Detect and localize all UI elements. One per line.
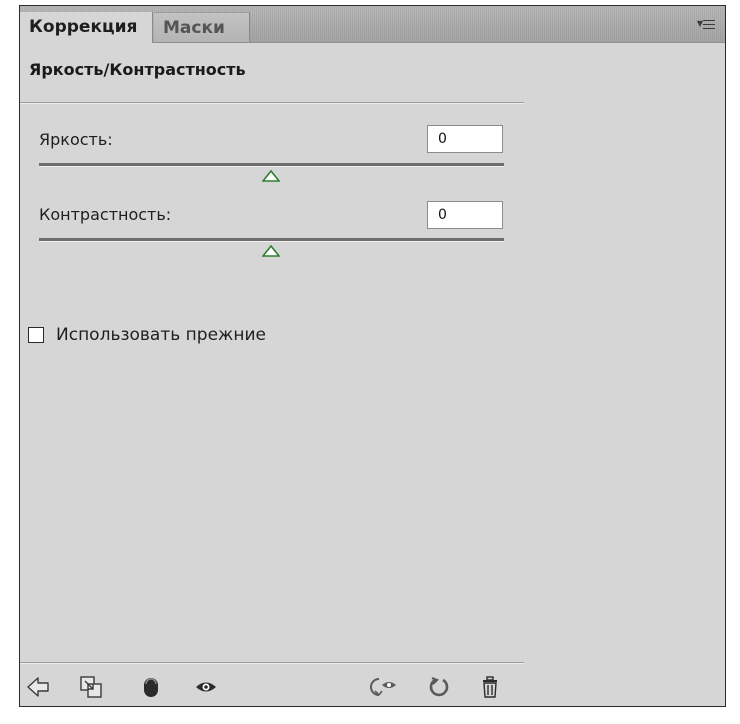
adjustment-title: Яркость/Контрастность (29, 60, 246, 79)
eye-icon[interactable] (192, 673, 220, 701)
back-arrow-icon[interactable] (24, 673, 52, 701)
brightness-label: Яркость: (39, 130, 113, 149)
use-legacy-checkbox[interactable] (28, 327, 44, 343)
tab-masks[interactable]: Маски (154, 12, 250, 42)
clip-to-layer-icon[interactable] (77, 673, 105, 701)
contrast-input[interactable] (427, 201, 503, 229)
layer-visibility-mask-icon[interactable] (137, 673, 165, 701)
contrast-slider-track[interactable] (39, 238, 504, 242)
panel-menu-icon[interactable]: ▼ (695, 16, 717, 32)
reset-icon[interactable] (425, 673, 453, 701)
brightness-slider-thumb[interactable] (262, 170, 280, 182)
contrast-slider-thumb[interactable] (262, 245, 280, 257)
view-previous-state-icon[interactable] (370, 673, 398, 701)
tab-bar: Коррекция Маски ▼ (20, 6, 725, 43)
bottom-toolbar (20, 666, 524, 706)
adjustments-panel: Коррекция Маски ▼ Яркость/Контрастность … (19, 5, 726, 707)
tab-corrections[interactable]: Коррекция (20, 12, 153, 43)
use-legacy-label: Использовать прежние (56, 325, 266, 345)
brightness-slider-track[interactable] (39, 163, 504, 167)
separator (20, 662, 524, 663)
trash-icon[interactable] (476, 673, 504, 701)
brightness-input[interactable] (427, 125, 503, 153)
separator (20, 102, 524, 103)
contrast-label: Контрастность: (39, 205, 172, 224)
